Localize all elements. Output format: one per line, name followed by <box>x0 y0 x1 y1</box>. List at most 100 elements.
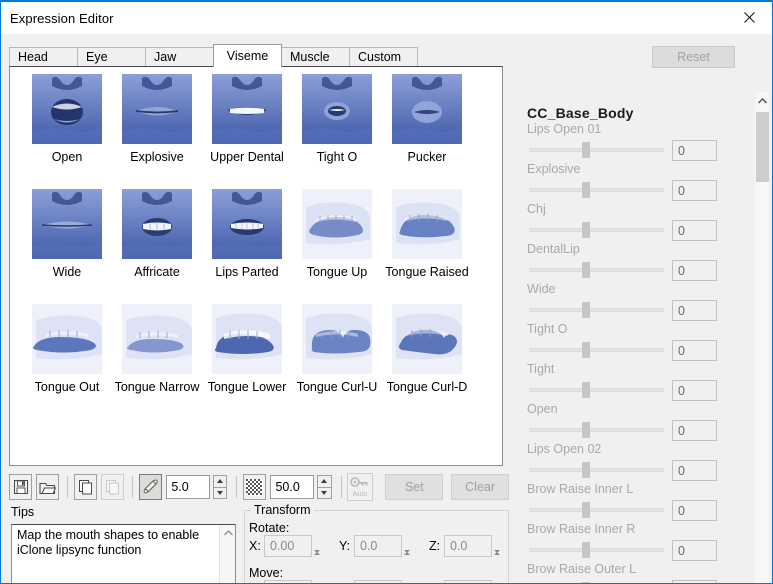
slider-track[interactable] <box>529 348 664 352</box>
viseme-item-tongue-lower[interactable]: Tongue Lower <box>202 301 292 416</box>
tab-custom[interactable]: Custom <box>349 47 418 67</box>
set-button[interactable]: Set <box>385 474 444 500</box>
slider-track[interactable] <box>529 468 664 472</box>
viseme-item-tongue-out[interactable]: Tongue Out <box>22 301 112 416</box>
viseme-item-tongue-curl-u[interactable]: Tongue Curl-U <box>292 301 382 416</box>
viseme-item-affricate[interactable]: Affricate <box>112 186 202 301</box>
bone-brush-icon[interactable] <box>139 474 163 500</box>
dither-grid-icon[interactable] <box>243 474 267 500</box>
viseme-item-lips-parted[interactable]: Lips Parted <box>202 186 292 301</box>
paste-icon[interactable] <box>101 474 125 500</box>
slider-thumb[interactable] <box>582 382 590 398</box>
move-x-input[interactable]: 0.0 <box>264 580 312 583</box>
stepper-down[interactable] <box>317 486 332 499</box>
viseme-item-tongue-curl-d[interactable]: Tongue Curl-D <box>382 301 472 416</box>
chevron-up-icon[interactable] <box>220 525 236 541</box>
rotate-z-input[interactable]: 0.0 <box>444 535 492 557</box>
rotate-y-input[interactable]: 0.0 <box>354 535 402 557</box>
stepper-up[interactable] <box>404 580 419 583</box>
move-z-stepper[interactable] <box>494 580 509 583</box>
viseme-item-pucker[interactable]: Pucker <box>382 71 472 186</box>
stepper-down[interactable] <box>494 550 509 571</box>
strength-stepper[interactable] <box>317 475 332 499</box>
slider-value-input[interactable]: 0 <box>672 220 717 241</box>
reset-button[interactable]: Reset <box>652 46 735 68</box>
morph-list-scrollbar[interactable] <box>754 92 770 583</box>
slider-value-input[interactable]: 0 <box>672 260 717 281</box>
rotate-x-stepper[interactable] <box>314 535 329 570</box>
slider-thumb[interactable] <box>582 142 590 158</box>
viseme-item-tongue-raised[interactable]: Tongue Raised <box>382 186 472 301</box>
slider-value-input[interactable]: 0 <box>672 140 717 161</box>
tab-viseme[interactable]: Viseme <box>213 44 282 67</box>
stepper-up[interactable] <box>314 580 329 583</box>
chevron-up-icon[interactable] <box>755 92 770 109</box>
slider-value-input[interactable]: 0 <box>672 180 717 201</box>
viseme-item-tight-o[interactable]: Tight O <box>292 71 382 186</box>
move-y-input[interactable]: 0.00 <box>354 580 402 583</box>
move-x-stepper[interactable] <box>314 580 329 583</box>
arrow-down-icon <box>314 550 320 570</box>
close-icon[interactable] <box>726 2 772 33</box>
slider-thumb[interactable] <box>582 262 590 278</box>
viseme-item-open[interactable]: Open <box>22 71 112 186</box>
slider-track[interactable] <box>529 428 664 432</box>
slider-track[interactable] <box>529 548 664 552</box>
viseme-item-wide[interactable]: Wide <box>22 186 112 301</box>
tips-scrollbar[interactable] <box>219 525 236 583</box>
clear-button[interactable]: Clear <box>451 474 509 500</box>
slider-thumb[interactable] <box>582 422 590 438</box>
slider-track[interactable] <box>529 268 664 272</box>
move-z-input[interactable]: 0.00 <box>444 580 492 583</box>
copy-icon[interactable] <box>74 474 98 500</box>
viseme-item-tongue-narrow[interactable]: Tongue Narrow <box>112 301 202 416</box>
scrollbar-thumb[interactable] <box>756 112 769 182</box>
slider-value-input[interactable]: 0 <box>672 460 717 481</box>
slider-thumb[interactable] <box>582 502 590 518</box>
stepper-down[interactable] <box>213 486 228 499</box>
slider-row: Chj 0 <box>517 202 745 242</box>
slider-thumb[interactable] <box>582 462 590 478</box>
brush-size-stepper[interactable] <box>213 475 228 499</box>
slider-value-input[interactable]: 0 <box>672 580 717 583</box>
move-y-stepper[interactable] <box>404 580 419 583</box>
rotate-z-stepper[interactable] <box>494 535 509 570</box>
slider-track[interactable] <box>529 228 664 232</box>
slider-thumb[interactable] <box>582 342 590 358</box>
slider-thumb[interactable] <box>582 222 590 238</box>
slider-value-input[interactable]: 0 <box>672 500 717 521</box>
tab-head[interactable]: Head <box>9 47 78 67</box>
brush-size-input[interactable]: 5.0 <box>166 475 211 499</box>
auto-key-icon[interactable]: Auto <box>347 473 374 501</box>
viseme-item-explosive[interactable]: Explosive <box>112 71 202 186</box>
slider-track[interactable] <box>529 508 664 512</box>
rotate-y-stepper[interactable] <box>404 535 419 570</box>
stepper-up[interactable] <box>317 475 332 487</box>
tab-jaw[interactable]: Jaw <box>145 47 214 67</box>
slider-value-input[interactable]: 0 <box>672 300 717 321</box>
slider-value-input[interactable]: 0 <box>672 420 717 441</box>
slider-track[interactable] <box>529 188 664 192</box>
slider-track[interactable] <box>529 308 664 312</box>
slider-track[interactable] <box>529 148 664 152</box>
stepper-up[interactable] <box>494 580 509 583</box>
rotate-x-input[interactable]: 0.00 <box>264 535 312 557</box>
slider-thumb[interactable] <box>582 182 590 198</box>
stepper-up[interactable] <box>213 475 228 487</box>
tab-muscle[interactable]: Muscle <box>281 47 350 67</box>
slider-track[interactable] <box>529 388 664 392</box>
slider-thumb[interactable] <box>582 542 590 558</box>
save-icon[interactable] <box>9 474 33 500</box>
slider-value-input[interactable]: 0 <box>672 540 717 561</box>
viseme-label: Explosive <box>130 150 184 164</box>
tab-eye[interactable]: Eye <box>77 47 146 67</box>
viseme-item-upper-dental[interactable]: Upper Dental <box>202 71 292 186</box>
slider-thumb[interactable] <box>582 302 590 318</box>
strength-input[interactable]: 50.0 <box>270 475 315 499</box>
open-folder-icon[interactable] <box>36 474 60 500</box>
slider-value-input[interactable]: 0 <box>672 380 717 401</box>
viseme-item-tongue-up[interactable]: Tongue Up <box>292 186 382 301</box>
stepper-down[interactable] <box>314 550 329 571</box>
stepper-down[interactable] <box>404 550 419 571</box>
slider-value-input[interactable]: 0 <box>672 340 717 361</box>
